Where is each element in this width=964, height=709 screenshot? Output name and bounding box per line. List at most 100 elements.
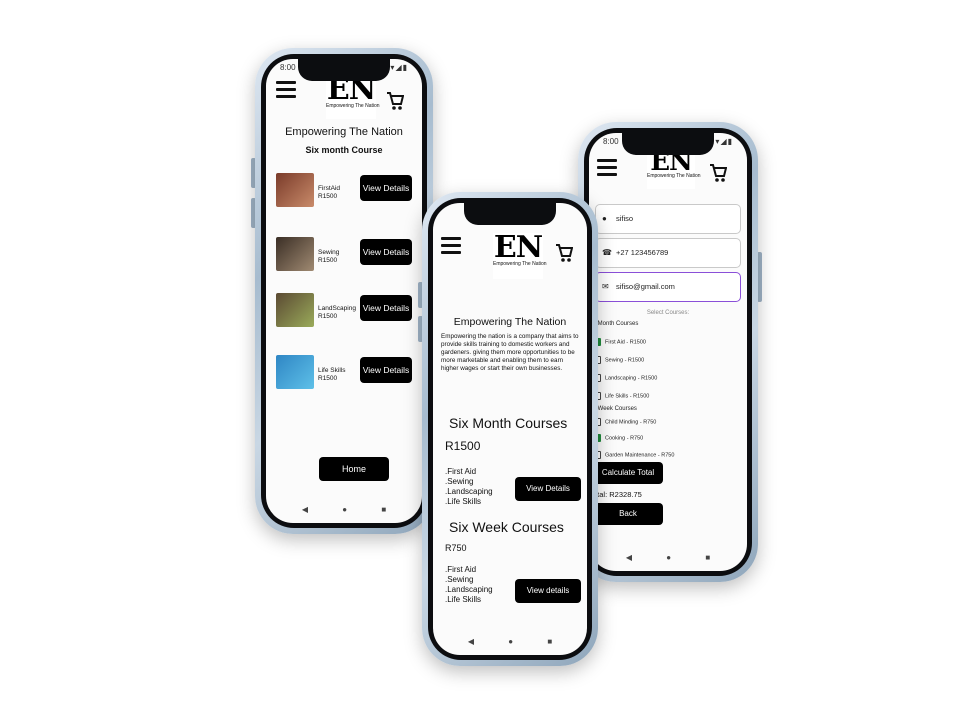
list-item: .Landscaping (445, 585, 493, 594)
course-checkbox-row[interactable]: Child Minding - R750 (593, 418, 656, 428)
view-details-button[interactable]: View Details (360, 239, 412, 265)
six-week-price: R750 (445, 543, 467, 553)
nav-back-icon[interactable]: ◀ (468, 637, 474, 646)
course-thumbnail (276, 173, 314, 207)
screen: 8:00 ▾◢▮ EN Empowering The Nation Empowe… (266, 59, 422, 523)
course-name: LandScaping (318, 305, 356, 312)
nav-recent-icon[interactable]: ■ (705, 553, 710, 562)
back-button[interactable]: Back (593, 503, 663, 525)
checkbox-label: Landscaping - R1500 (605, 375, 658, 382)
phone-left: 8:00 ▾◢▮ EN Empowering The Nation Empowe… (251, 48, 433, 534)
page-subtitle: Six month Course (305, 145, 383, 155)
six-month-title: Six Month Courses (449, 415, 568, 431)
course-checkbox-row[interactable]: Cooking - R750 (593, 433, 643, 444)
phone-icon: ☎ (602, 248, 612, 257)
course-row: Sewing R1500 View Details (276, 237, 412, 277)
course-info: Sewing R1500 (318, 249, 339, 265)
six-week-title: Six Week Courses (449, 519, 564, 535)
hamburger-menu-icon[interactable] (276, 81, 296, 98)
name-input[interactable] (616, 214, 716, 223)
status-time: 8:00 (280, 63, 296, 72)
checkbox-label: Child Minding - R750 (605, 419, 657, 426)
logo: EN Empowering The Nation (493, 230, 547, 279)
view-details-button[interactable]: View Details (360, 357, 412, 383)
course-name: Sewing (318, 249, 340, 256)
phone-input[interactable] (616, 248, 716, 257)
course-row: FirstAid R1500 View Details (276, 173, 412, 213)
course-info: Life Skills R1500 (318, 367, 345, 383)
checkbox-label: Life Skills - R1500 (605, 393, 650, 400)
course-checkbox-row[interactable]: First Aid - R1500 (593, 337, 646, 348)
list-item: .Life Skills (445, 497, 482, 506)
nav-back-icon[interactable]: ◀ (626, 553, 632, 562)
logo-mark: EN (493, 230, 543, 265)
list-item: .First Aid (445, 565, 477, 574)
six-month-price: R1500 (445, 439, 481, 453)
course-checkbox-row[interactable]: Landscaping - R1500 (593, 374, 657, 384)
logo: EN Empowering The Nation (326, 75, 380, 119)
notch (464, 203, 556, 225)
select-courses-label: Select Courses: (646, 310, 690, 316)
course-name: FirstAid (318, 185, 341, 192)
course-checkbox-row[interactable]: Sewing - R1500 (593, 356, 644, 366)
course-row: Life Skills R1500 View Details (276, 355, 412, 395)
android-nav-bar: ◀ ● ■ (266, 505, 422, 517)
nav-home-icon[interactable]: ● (508, 637, 513, 646)
home-button[interactable]: Home (319, 457, 389, 481)
hamburger-menu-icon[interactable] (441, 237, 461, 254)
nav-home-icon[interactable]: ● (342, 505, 347, 514)
view-details-button[interactable]: View Details (360, 295, 412, 321)
calculate-total-button[interactable]: Calculate Total (593, 462, 663, 484)
view-details-button[interactable]: View details (515, 579, 581, 603)
logo: EN Empowering The Nation (647, 149, 701, 189)
android-nav-bar: ◀ ● ■ (589, 553, 747, 565)
course-thumbnail (276, 293, 314, 327)
nav-recent-icon[interactable]: ■ (381, 505, 386, 514)
list-item: .Sewing (445, 477, 474, 486)
course-info: FirstAid R1500 (318, 185, 340, 201)
company-description: Empowering the nation is a company that … (441, 333, 579, 372)
six-month-group-title: x Month Courses (593, 321, 639, 327)
name-field[interactable]: ● (595, 204, 741, 234)
page-title: Empowering The Nation (285, 126, 403, 138)
checkbox-label: First Aid - R1500 (605, 339, 646, 346)
screen: 8:00 ▾◢▮ EN Empowering The Nation ● ☎ ✉ … (589, 133, 747, 571)
android-nav-bar: ◀ ● ■ (433, 637, 587, 649)
logo-subtitle: Empowering The Nation (493, 261, 547, 267)
course-info: LandScaping R1500 (318, 305, 356, 321)
nav-back-icon[interactable]: ◀ (302, 505, 308, 514)
mail-icon: ✉ (602, 282, 609, 291)
view-details-button[interactable]: View Details (360, 175, 412, 201)
course-price: R1500 (318, 375, 338, 382)
nav-home-icon[interactable]: ● (666, 553, 671, 562)
status-icons: ▾◢▮ (715, 137, 733, 146)
phone-center: EN Empowering The Nation Empowering The … (418, 192, 598, 666)
notch (298, 59, 390, 81)
page-title: Empowering The Nation (453, 316, 567, 328)
notch (622, 133, 714, 155)
list-item: .First Aid (445, 467, 477, 476)
course-checkbox-row[interactable]: Garden Maintenance - R750 (593, 451, 674, 461)
shopping-cart-icon[interactable] (386, 91, 404, 111)
email-input[interactable] (616, 282, 716, 291)
logo-subtitle: Empowering The Nation (326, 103, 380, 109)
logo-subtitle: Empowering The Nation (647, 173, 701, 179)
view-details-button[interactable]: View Details (515, 477, 581, 501)
course-thumbnail (276, 237, 314, 271)
six-week-list: .First Aid .Sewing .Landscaping .Life Sk… (445, 565, 493, 605)
shopping-cart-icon[interactable] (555, 243, 573, 263)
email-field[interactable]: ✉ (595, 272, 741, 302)
shopping-cart-icon[interactable] (709, 163, 727, 183)
status-icons: ▾◢▮ (390, 63, 408, 72)
course-price: R1500 (318, 193, 338, 200)
hamburger-menu-icon[interactable] (597, 159, 617, 176)
phone-field[interactable]: ☎ (595, 238, 741, 268)
course-checkbox-row[interactable]: Life Skills - R1500 (593, 392, 649, 402)
checkbox-label: Sewing - R1500 (605, 357, 645, 364)
list-item: .Sewing (445, 575, 474, 584)
six-month-list: .First Aid .Sewing .Landscaping .Life Sk… (445, 467, 493, 507)
person-icon: ● (602, 214, 607, 223)
nav-recent-icon[interactable]: ■ (547, 637, 552, 646)
list-item: .Landscaping (445, 487, 493, 496)
course-name: Life Skills (318, 367, 346, 374)
